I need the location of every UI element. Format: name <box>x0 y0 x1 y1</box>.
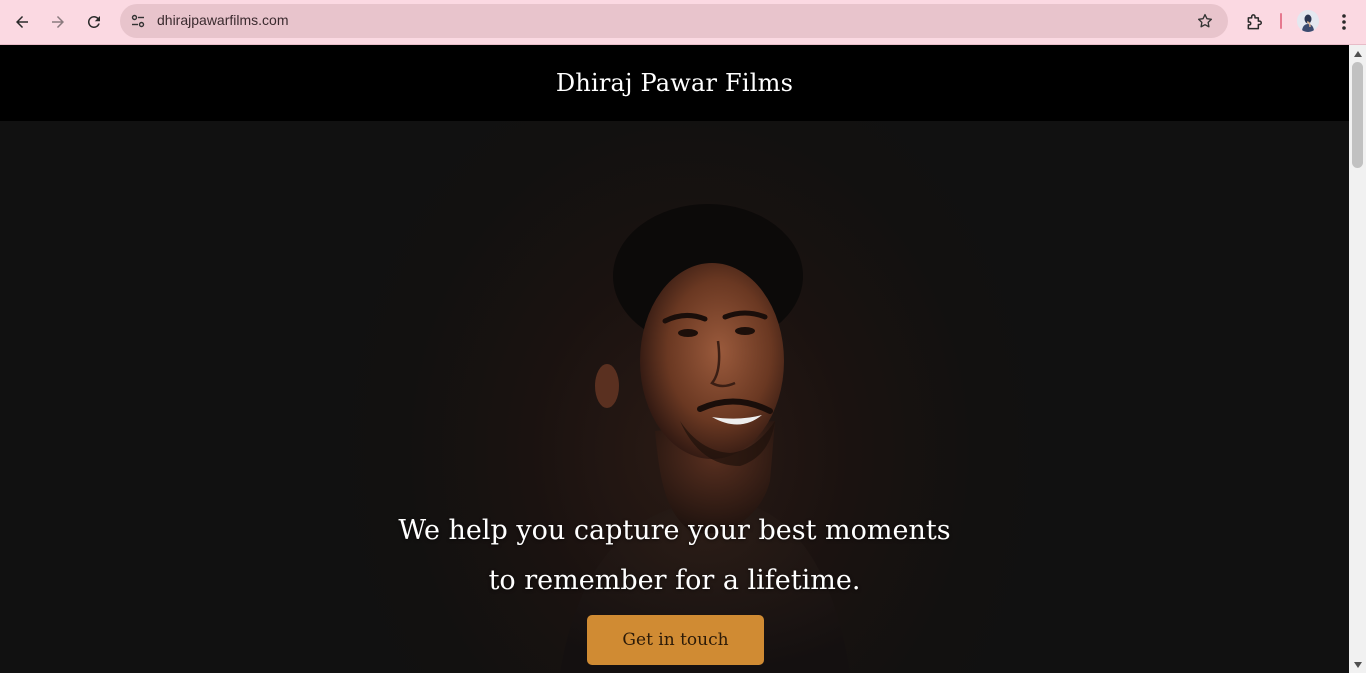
site-title[interactable]: Dhiraj Pawar Films <box>556 69 793 97</box>
puzzle-icon <box>1247 14 1262 30</box>
hero-tagline-line-2: to remember for a lifetime. <box>488 565 861 596</box>
tune-icon <box>131 14 145 28</box>
browser-toolbar: dhirajpawarfilms.com <box>0 0 1366 45</box>
web-page: Dhiraj Pawar Films We help you capture y… <box>0 45 1349 673</box>
url-text[interactable]: dhirajpawarfilms.com <box>157 12 288 28</box>
scrollbar-thumb[interactable] <box>1352 62 1363 168</box>
hero-section: We help you capture your best moments to… <box>0 121 1349 673</box>
more-vert-icon <box>1342 14 1346 30</box>
extensions-button[interactable] <box>1242 9 1268 35</box>
scroll-down-button[interactable] <box>1349 656 1366 673</box>
page-scrollbar[interactable] <box>1349 45 1366 673</box>
hero-tagline: We help you capture your best moments to… <box>0 506 1349 606</box>
browser-menu-button[interactable] <box>1333 9 1355 35</box>
site-header: Dhiraj Pawar Films <box>0 45 1349 121</box>
address-bar[interactable]: dhirajpawarfilms.com <box>120 4 1228 38</box>
star-icon <box>1197 13 1213 28</box>
triangle-down-icon <box>1353 661 1362 668</box>
scroll-up-button[interactable] <box>1349 45 1366 62</box>
bookmark-button[interactable] <box>1194 10 1216 32</box>
hero-tagline-line-1: We help you capture your best moments <box>398 515 951 546</box>
avatar-icon <box>1297 10 1319 32</box>
reload-button[interactable] <box>80 8 108 36</box>
reload-icon <box>87 15 100 28</box>
site-info-button[interactable] <box>126 9 150 33</box>
arrow-right-icon <box>52 16 64 28</box>
get-in-touch-button[interactable]: Get in touch <box>587 615 764 665</box>
profile-avatar[interactable] <box>1297 10 1319 32</box>
arrow-left-icon <box>16 16 28 28</box>
toolbar-divider <box>1280 13 1282 29</box>
triangle-up-icon <box>1353 50 1362 57</box>
back-button[interactable] <box>8 8 36 36</box>
forward-button[interactable] <box>44 8 72 36</box>
